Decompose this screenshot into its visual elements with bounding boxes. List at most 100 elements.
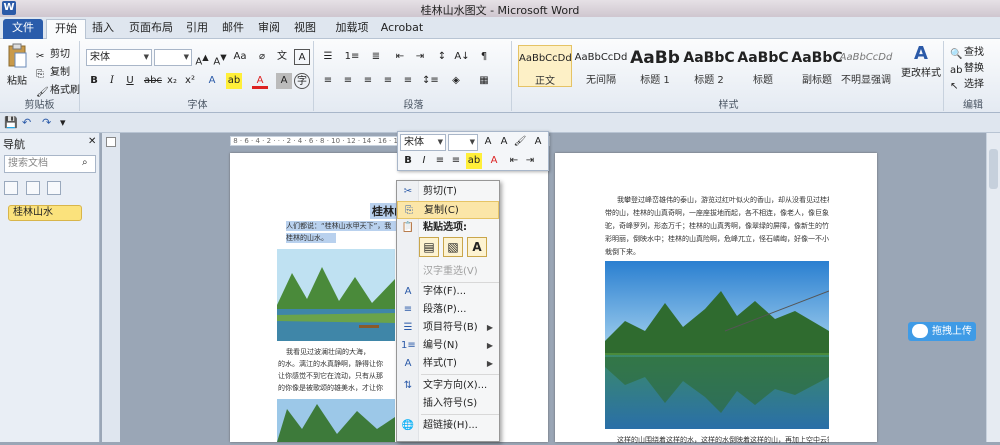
chevron-down-icon[interactable]: ▼ <box>144 50 149 65</box>
show-marks-icon[interactable]: ¶ <box>476 49 492 65</box>
change-case-icon[interactable]: Aa <box>232 49 248 65</box>
style-normal[interactable]: AaBbCcDd 正文 <box>518 45 572 87</box>
style-heading-1[interactable]: AaBb 标题 1 <box>628 45 682 87</box>
spacing-icon[interactable]: ↕≡ <box>422 73 439 89</box>
lijiang-photo[interactable] <box>605 261 829 429</box>
paste-text-only-icon[interactable]: A <box>467 237 487 257</box>
decrease-indent-icon[interactable]: ⇤ <box>506 153 522 169</box>
save-icon[interactable]: 💾 <box>4 116 18 129</box>
bullets-icon[interactable]: ☰ <box>320 49 336 65</box>
increase-indent-icon[interactable]: ⇥ <box>412 49 428 65</box>
justify-icon[interactable]: ≡ <box>380 73 396 89</box>
tab-mailings[interactable]: 邮件 <box>218 19 248 39</box>
tab-page-layout[interactable]: 页面布局 <box>126 19 176 39</box>
clear-format-icon[interactable]: ⌀ <box>254 49 270 65</box>
bold-icon[interactable]: B <box>86 73 102 89</box>
font-color-icon[interactable]: A <box>252 73 268 89</box>
align-center-icon[interactable]: ≡ <box>340 73 356 89</box>
align-center-icon[interactable]: ≡ <box>432 153 448 169</box>
text-effects-icon[interactable]: A <box>204 73 220 89</box>
chevron-down-icon[interactable]: ▼ <box>184 50 189 65</box>
menu-item-cut[interactable]: ✂ 剪切(T) <box>397 183 499 201</box>
paste-merge-format-icon[interactable]: ▧ <box>443 237 463 257</box>
highlight-icon[interactable]: ab <box>226 73 242 89</box>
cut-button[interactable]: ✂ 剪切 <box>36 45 70 63</box>
line-spacing-icon[interactable]: ↕ <box>434 49 450 65</box>
mini-font-combo[interactable]: 宋体 ▼ <box>400 134 446 151</box>
grow-font-icon[interactable]: A <box>480 134 496 150</box>
text-line[interactable]: 彩明丽，倒映水中；桂林的山真险啊，危峰兀立，怪石嶙峋，好像一不小心就会 <box>605 234 829 244</box>
font-color-icon[interactable]: A <box>486 153 502 169</box>
char-shading-icon[interactable]: A <box>276 73 292 89</box>
strikethrough-icon[interactable]: abc <box>144 73 162 89</box>
drag-upload-button[interactable]: 拖拽上传 <box>908 322 976 341</box>
document-page-1[interactable]: 桂林山水 人们都说：“桂林山水甲天下”，我 桂林的山水。 我看见过波澜壮阔的大海… <box>230 153 548 442</box>
text-line[interactable]: 桂林的山水。 <box>286 233 336 243</box>
style-title[interactable]: AaBbC 标题 <box>736 45 790 87</box>
menu-item-font[interactable]: A 字体(F)... <box>397 283 499 301</box>
paste-button[interactable]: 粘贴 <box>4 43 30 87</box>
shading-icon[interactable]: ◈ <box>448 73 464 89</box>
subscript-icon[interactable]: x₂ <box>164 73 180 89</box>
headings-view-icon[interactable] <box>4 181 18 195</box>
decrease-indent-icon[interactable]: ⇤ <box>392 49 408 65</box>
pages-view-icon[interactable] <box>25 181 40 195</box>
mountain-photo[interactable] <box>277 399 395 442</box>
menu-item-text-direction[interactable]: ⇅ 文字方向(X)... <box>397 377 499 395</box>
phonetic-guide-icon[interactable]: 文 <box>274 49 290 65</box>
align-left-icon[interactable]: ≡ <box>320 73 336 89</box>
text-line[interactable]: 驼，奇峰罗列，形态万千；桂林的山真秀啊，像翠绿的屏障，像新生的竹笋，色 <box>605 221 829 231</box>
menu-item-bullets[interactable]: ☰ 项目符号(B) ▶ <box>397 319 499 337</box>
align-right-icon[interactable]: ≡ <box>360 73 376 89</box>
text-line[interactable]: 这样的山围绕着这样的水，这样的水倒映着这样的山，再加上空中云雾迷蒙， <box>617 435 829 445</box>
highlight-icon[interactable]: ab <box>466 153 482 169</box>
chevron-down-icon[interactable]: ▼ <box>438 135 443 150</box>
shrink-font-icon[interactable]: A <box>496 134 512 150</box>
sort-icon[interactable]: A↓ <box>454 49 470 65</box>
style-no-spacing[interactable]: AaBbCcDd 无间隔 <box>574 45 628 87</box>
grow-font-icon[interactable]: A▲ <box>194 49 210 67</box>
tab-acrobat[interactable]: Acrobat <box>380 19 424 39</box>
enclose-char-icon[interactable]: 字 <box>294 73 310 89</box>
tab-references[interactable]: 引用 <box>182 19 212 39</box>
tab-view[interactable]: 视图 <box>290 19 320 39</box>
numbering-icon[interactable]: 1≡ <box>344 49 360 65</box>
text-line[interactable]: 的你像是被歌颂的雄美水，才让你 <box>278 383 396 393</box>
styles-icon[interactable]: A <box>530 134 546 150</box>
font-name-combo[interactable]: 宋体 ▼ <box>86 49 152 66</box>
mini-size-combo[interactable]: ▼ <box>448 134 478 151</box>
italic-icon[interactable]: I <box>104 73 120 89</box>
increase-indent-icon[interactable]: ⇥ <box>522 153 538 169</box>
select-button[interactable]: ↖ 选择 <box>950 75 984 93</box>
vertical-scrollbar[interactable] <box>986 133 1000 442</box>
customize-qat-icon[interactable]: ▾ <box>60 116 66 129</box>
bold-icon[interactable]: B <box>400 153 416 169</box>
menu-item-hyperlink[interactable]: 🌐 超链接(H)... <box>397 417 499 435</box>
search-icon[interactable]: ⌕ <box>82 157 88 168</box>
menu-item-numbering[interactable]: 1≡ 编号(N) ▶ <box>397 337 499 355</box>
menu-item-insert-symbol[interactable]: 插入符号(S) <box>397 395 499 413</box>
text-line[interactable]: 我看见过波澜壮阔的大海， <box>286 347 396 357</box>
document-page-2[interactable]: 我攀登过峰峦雄伟的泰山，游览过红叶似火的香山，却从没看见过桂林这一 带的山，桂林… <box>555 153 877 445</box>
tab-insert[interactable]: 插入 <box>88 19 118 39</box>
river-photo[interactable] <box>277 249 395 341</box>
multilevel-list-icon[interactable]: ≣ <box>368 49 384 65</box>
tab-home[interactable]: 开始 <box>46 19 86 39</box>
shrink-font-icon[interactable]: A▼ <box>212 49 228 67</box>
chevron-down-icon[interactable]: ▼ <box>470 135 475 150</box>
italic-icon[interactable]: I <box>416 153 432 169</box>
text-line[interactable]: 我攀登过峰峦雄伟的泰山，游览过红叶似火的香山，却从没看见过桂林这一 <box>617 195 829 205</box>
paste-keep-format-icon[interactable]: ▤ <box>419 237 439 257</box>
text-line[interactable]: 带的山，桂林的山真奇啊，一座座拔地而起，各不相连，像老人，像巨象，像骆 <box>605 208 829 218</box>
font-size-combo[interactable]: ▼ <box>154 49 192 66</box>
text-line[interactable]: 让你感觉不到它在流动，只有从那 <box>278 371 396 381</box>
style-subtle-emphasis[interactable]: AaBbCcDd 不明显强调 <box>836 45 896 87</box>
menu-item-styles[interactable]: A 样式(T) ▶ <box>397 355 499 373</box>
borders-icon[interactable]: ▦ <box>476 73 492 89</box>
char-border-icon[interactable]: A <box>294 49 310 65</box>
superscript-icon[interactable]: x² <box>182 73 198 89</box>
close-icon[interactable]: ✕ <box>88 136 96 147</box>
tab-review[interactable]: 审阅 <box>254 19 284 39</box>
results-view-icon[interactable] <box>47 181 61 195</box>
format-painter-icon[interactable]: 🖌 <box>512 134 528 150</box>
